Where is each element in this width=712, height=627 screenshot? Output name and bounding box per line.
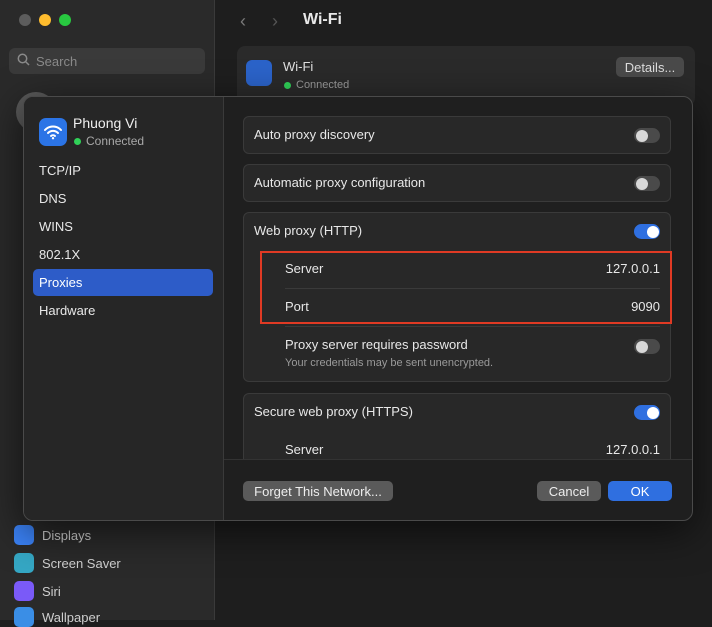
auto-proxy-config-toggle[interactable] bbox=[634, 176, 660, 191]
wifi-label: Wi-Fi bbox=[283, 59, 314, 74]
zoom-window-button[interactable] bbox=[59, 14, 71, 26]
auto-proxy-config-row: Automatic proxy configuration bbox=[243, 164, 671, 202]
settings-search-input[interactable]: Search bbox=[9, 48, 205, 74]
sidebar-item-screen-saver[interactable]: Screen Saver bbox=[14, 553, 121, 573]
auto-proxy-discovery-row: Auto proxy discovery bbox=[243, 116, 671, 154]
sidebar-item-wallpaper[interactable]: Wallpaper bbox=[14, 607, 100, 627]
search-icon bbox=[17, 53, 30, 69]
wallpaper-icon bbox=[14, 607, 34, 627]
status-text: Connected bbox=[86, 134, 145, 148]
wifi-icon bbox=[39, 118, 67, 146]
divider bbox=[285, 326, 660, 327]
secure-proxy-group: Secure web proxy (HTTPS) Server 127.0.0.… bbox=[243, 393, 671, 459]
secure-proxy-server-label: Server bbox=[285, 442, 324, 457]
divider bbox=[285, 288, 660, 289]
web-proxy-port-label: Port bbox=[285, 299, 309, 314]
network-name: Phuong Vi bbox=[73, 115, 138, 131]
minimize-window-button[interactable] bbox=[39, 14, 51, 26]
page-title: Wi-Fi bbox=[303, 11, 342, 28]
web-proxy-server-label: Server bbox=[285, 261, 324, 276]
password-required-toggle[interactable] bbox=[634, 339, 660, 354]
search-placeholder: Search bbox=[36, 53, 78, 69]
auto-proxy-config-label: Automatic proxy configuration bbox=[254, 175, 426, 190]
password-required-label: Proxy server requires password bbox=[285, 337, 468, 352]
sheet-sidebar: Phuong Vi Connected TCP/IP DNS WINS 802.… bbox=[24, 97, 224, 520]
displays-icon bbox=[14, 525, 34, 545]
tab-wins[interactable]: WINS bbox=[33, 213, 213, 240]
wifi-icon bbox=[246, 60, 272, 86]
status-text: Connected bbox=[296, 79, 350, 91]
wifi-connection-status: Connected bbox=[284, 79, 349, 91]
screen-saver-icon bbox=[14, 553, 34, 573]
connected-dot-icon bbox=[74, 137, 81, 145]
footer-divider bbox=[224, 459, 692, 460]
web-proxy-toggle[interactable] bbox=[634, 224, 660, 239]
sidebar-item-label: Displays bbox=[42, 527, 92, 543]
web-proxy-label: Web proxy (HTTP) bbox=[254, 223, 363, 238]
web-proxy-port-field[interactable]: 9090 bbox=[631, 299, 660, 314]
tab-hardware[interactable]: Hardware bbox=[33, 297, 213, 324]
details-button[interactable]: Details... bbox=[616, 57, 684, 77]
sidebar-item-label: Wallpaper bbox=[42, 609, 101, 625]
ok-button[interactable]: OK bbox=[608, 481, 672, 501]
sidebar-item-label: Siri bbox=[42, 583, 61, 599]
sidebar-item-displays[interactable]: Displays bbox=[14, 525, 91, 545]
sidebar-item-siri[interactable]: Siri bbox=[14, 581, 61, 601]
tab-dns[interactable]: DNS bbox=[33, 185, 213, 212]
cancel-button[interactable]: Cancel bbox=[537, 481, 601, 501]
sidebar-item-label: Screen Saver bbox=[42, 555, 121, 571]
web-proxy-group: Web proxy (HTTP) Server 127.0.0.1 Port 9… bbox=[243, 212, 671, 382]
tab-802-1x[interactable]: 802.1X bbox=[33, 241, 213, 268]
close-window-button[interactable] bbox=[19, 14, 31, 26]
forget-network-button[interactable]: Forget This Network... bbox=[243, 481, 393, 501]
back-chevron-icon[interactable]: ‹ bbox=[240, 11, 246, 32]
network-details-sheet: Phuong Vi Connected TCP/IP DNS WINS 802.… bbox=[23, 96, 693, 521]
web-proxy-server-field[interactable]: 127.0.0.1 bbox=[606, 261, 660, 276]
secure-proxy-server-field[interactable]: 127.0.0.1 bbox=[606, 442, 660, 457]
network-status: Connected bbox=[74, 134, 144, 148]
siri-icon bbox=[14, 581, 34, 601]
tab-tcp-ip[interactable]: TCP/IP bbox=[33, 157, 213, 184]
connected-dot-icon bbox=[284, 81, 291, 89]
password-warning-note: Your credentials may be sent unencrypted… bbox=[285, 357, 494, 369]
tab-proxies[interactable]: Proxies bbox=[33, 269, 213, 296]
auto-proxy-discovery-toggle[interactable] bbox=[634, 128, 660, 143]
proxies-panel: Auto proxy discovery Automatic proxy con… bbox=[224, 97, 692, 459]
auto-proxy-discovery-label: Auto proxy discovery bbox=[254, 127, 375, 142]
forward-chevron-icon[interactable]: › bbox=[272, 11, 278, 32]
secure-proxy-label: Secure web proxy (HTTPS) bbox=[254, 404, 413, 419]
secure-proxy-toggle[interactable] bbox=[634, 405, 660, 420]
